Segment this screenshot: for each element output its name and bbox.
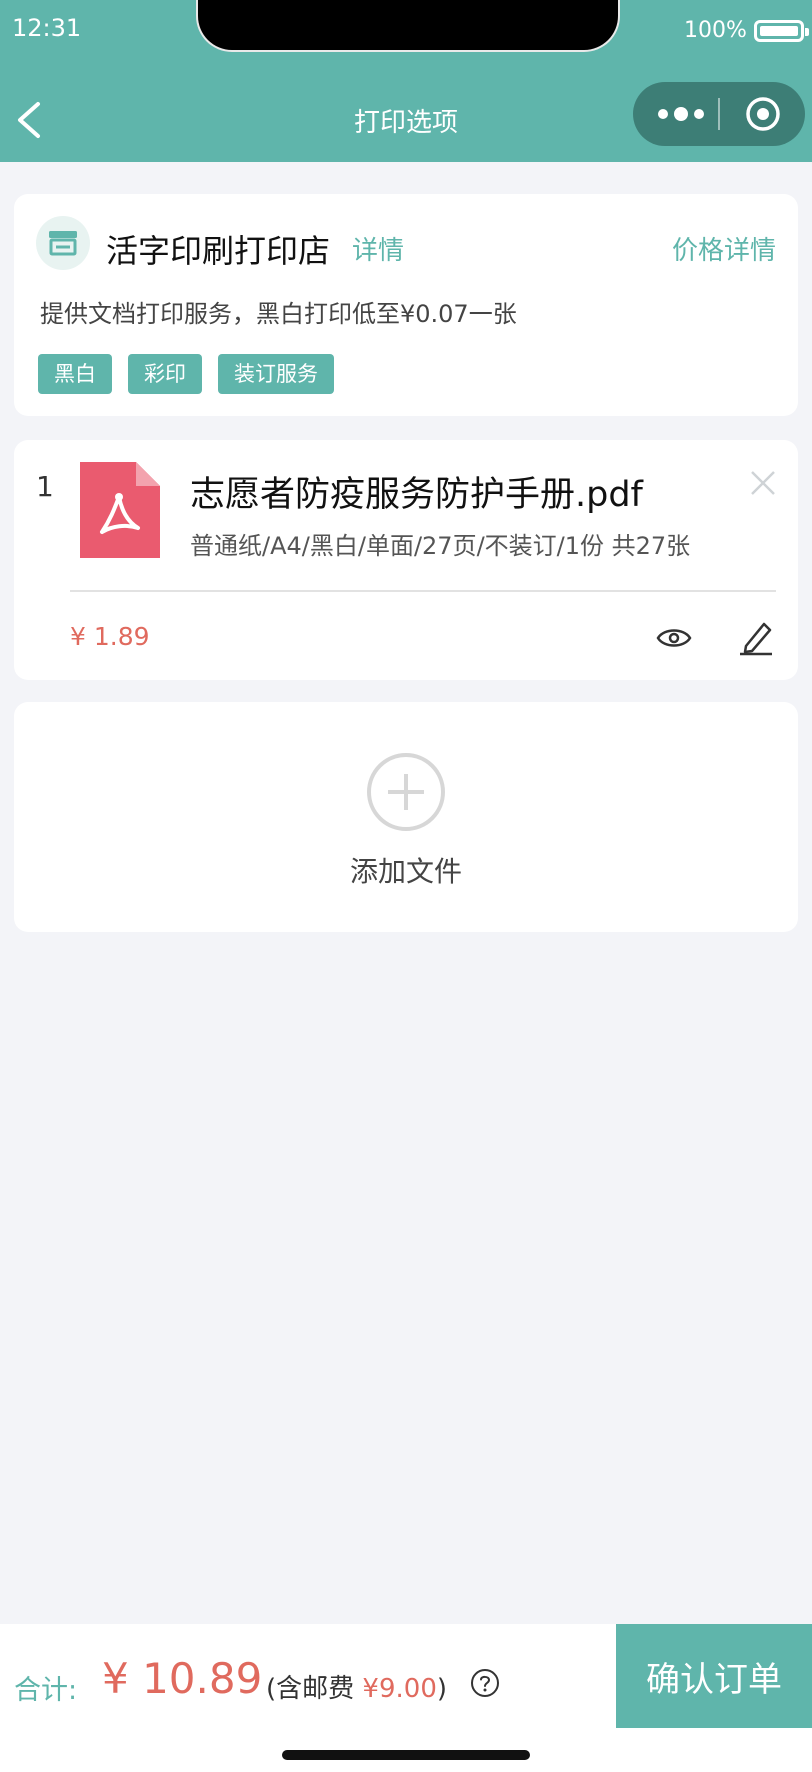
add-file-label: 添加文件 [349,855,462,888]
file-price: ¥ 1.89 [70,622,150,651]
eye-icon[interactable] [656,624,692,652]
add-file-card[interactable]: 添加文件 [14,702,798,932]
close-icon[interactable] [748,468,778,498]
shop-description: 提供文档打印服务，黑白打印低至¥0.07一张 [40,300,517,328]
file-divider [70,590,776,592]
more-icon[interactable] [655,104,707,124]
shipping-fee: ¥9.00 [362,1674,437,1704]
battery-icon [754,20,809,42]
target-icon[interactable] [745,96,781,132]
shipping-note: (含邮费 ¥9.00) [266,1668,447,1705]
pdf-file-icon [80,462,160,558]
home-indicator [282,1750,530,1760]
top-header: 12:31 100% 打印选项 [0,0,812,162]
shipping-note-suffix: ) [436,1674,448,1704]
shop-card: 活字印刷打印店 详情 价格详情 提供文档打印服务，黑白打印低至¥0.07一张 黑… [14,194,798,416]
total-label: 合计: [14,1675,78,1706]
help-icon[interactable] [470,1668,500,1698]
status-time: 12:31 [12,14,82,42]
file-index: 1 [36,470,54,503]
file-spec: 普通纸/A4/黑白/单面/27页/不装订/1份 共27张 [190,532,691,560]
battery-percent: 100% [684,18,747,43]
price-detail-link[interactable]: 价格详情 [672,230,776,267]
tag-binding: 装订服务 [218,354,334,394]
shop-detail-link[interactable]: 详情 [352,230,404,267]
total-amount: ¥ 10.89 [102,1654,263,1703]
shipping-note-prefix: (含邮费 [266,1674,363,1704]
edit-icon[interactable] [738,618,774,656]
tag-color-print: 彩印 [128,354,202,394]
tag-black-white: 黑白 [38,354,112,394]
capsule-divider [718,98,720,130]
bottom-bar: 合计: ¥ 10.89 (含邮费 ¥9.00) 确认订单 [0,1624,812,1772]
file-item: 1 志愿者防疫服务防护手册.pdf 普通纸/A4/黑白/单面/27页/不装订/1… [14,440,798,680]
add-circle-icon[interactable] [366,752,446,832]
store-icon [36,216,90,270]
file-name: 志愿者防疫服务防护手册.pdf [190,475,643,515]
shop-name: 活字印刷打印店 [106,232,331,270]
device-notch [196,0,620,52]
confirm-order-button[interactable]: 确认订单 [616,1624,812,1728]
miniprogram-capsule [633,82,805,146]
